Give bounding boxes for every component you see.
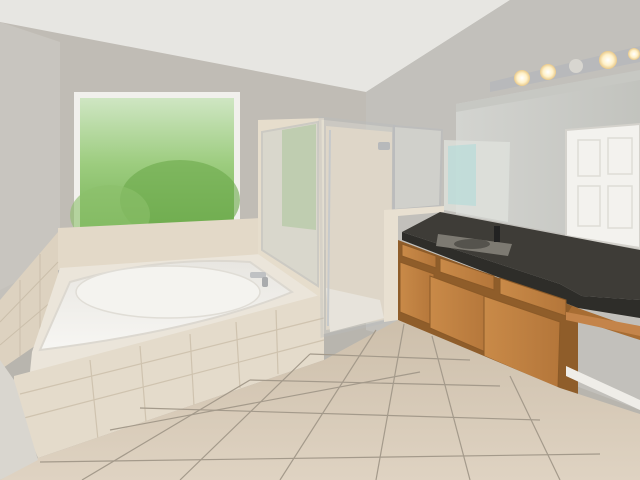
faucet bbox=[494, 226, 500, 242]
bathroom-photo bbox=[0, 0, 640, 480]
showerhead bbox=[378, 142, 390, 150]
sink-basin bbox=[454, 239, 490, 249]
bathroom-scene bbox=[0, 0, 640, 480]
